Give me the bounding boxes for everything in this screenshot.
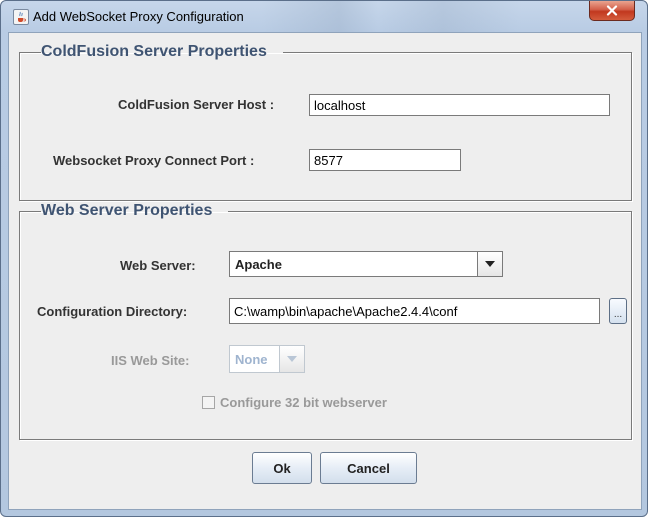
web-server-select[interactable]: Apache <box>229 251 503 277</box>
close-button[interactable] <box>589 1 635 21</box>
web-server-label: Web Server: <box>120 258 196 273</box>
close-icon <box>606 5 618 16</box>
group-title: Web Server Properties <box>41 202 213 219</box>
host-label: ColdFusion Server Host : <box>118 97 275 112</box>
chevron-down-icon[interactable] <box>279 346 304 372</box>
iis-site-value: None <box>235 352 268 367</box>
configure-32bit-label: Configure 32 bit webserver <box>220 395 387 410</box>
config-dir-input[interactable]: C:\wamp\bin\apache\Apache2.4.4\conf <box>229 298 600 324</box>
browse-button[interactable]: ... <box>609 298 627 324</box>
web-server-value: Apache <box>235 257 282 272</box>
iis-site-label: IIS Web Site: <box>111 353 190 368</box>
coldfusion-server-group: ColdFusion Server Properties <box>19 43 632 201</box>
window-title: Add WebSocket Proxy Configuration <box>33 9 244 24</box>
title-bar[interactable]: Add WebSocket Proxy Configuration <box>1 1 647 33</box>
dialog-content: ColdFusion Server Properties ColdFusion … <box>8 32 642 510</box>
port-input[interactable]: 8577 <box>309 149 461 171</box>
configure-32bit-checkbox[interactable] <box>202 396 215 409</box>
group-title: ColdFusion Server Properties <box>41 43 267 60</box>
host-input[interactable]: localhost <box>309 94 610 116</box>
ok-button[interactable]: Ok <box>252 452 312 484</box>
config-dir-label: Configuration Directory: <box>37 304 188 319</box>
java-cup-icon <box>13 9 29 25</box>
iis-site-select[interactable]: None <box>229 345 305 373</box>
port-label: Websocket Proxy Connect Port : <box>53 153 255 168</box>
chevron-down-icon[interactable] <box>477 252 502 276</box>
dialog-window: Add WebSocket Proxy Configuration ColdFu… <box>0 0 648 517</box>
cancel-button[interactable]: Cancel <box>320 452 417 484</box>
